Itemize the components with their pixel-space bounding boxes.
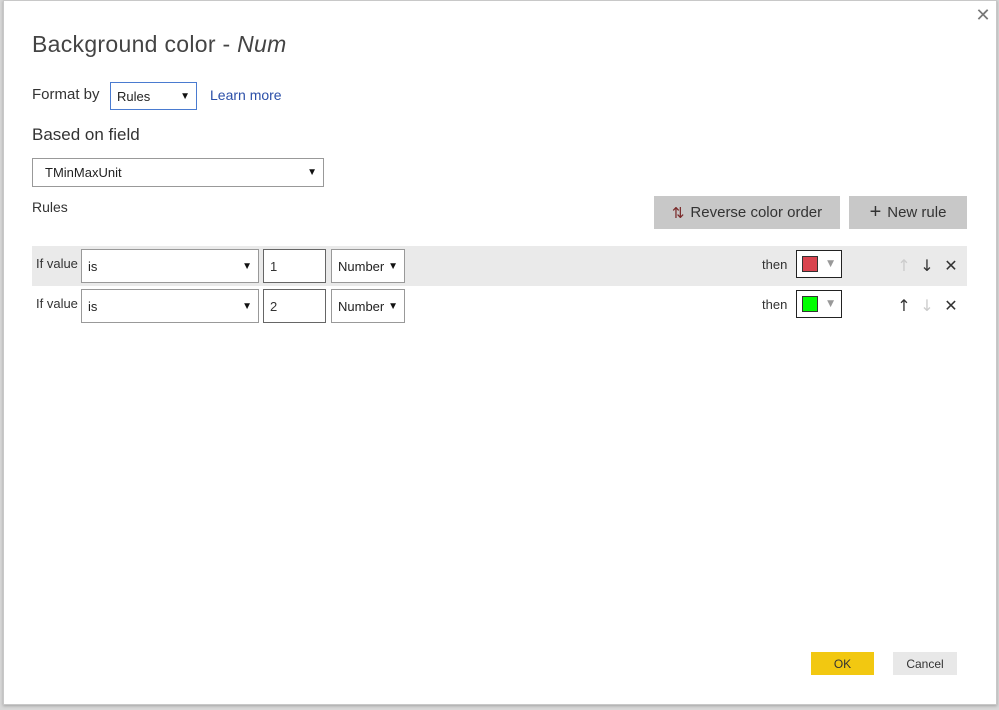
new-rule-label: New rule: [887, 204, 947, 221]
dialog-title: Background color - Num: [32, 31, 287, 58]
sort-arrows-icon: ⇅: [671, 204, 685, 222]
condition-value: is: [88, 258, 98, 274]
cancel-button[interactable]: Cancel: [893, 652, 957, 675]
chevron-down-icon: ▼: [388, 260, 398, 272]
move-down-icon[interactable]: ↓: [919, 296, 935, 315]
if-value-label: If value: [36, 296, 78, 311]
rules-label: Rules: [32, 199, 68, 215]
then-label: then: [762, 257, 788, 272]
new-rule-button[interactable]: + New rule: [849, 196, 967, 229]
type-value: Number: [338, 298, 385, 314]
format-by-select[interactable]: Rules ▼: [110, 82, 197, 110]
reverse-label: Reverse color order: [690, 204, 823, 221]
color-swatch: [802, 256, 818, 272]
based-on-field-select[interactable]: TMinMaxUnit ▼: [32, 158, 324, 187]
value-text: 2: [270, 298, 278, 314]
move-down-icon[interactable]: ↓: [919, 256, 935, 275]
rule-row: If value is ▼ 2 Number ▼ then ▼ ↑ ↓ ✕: [32, 286, 967, 326]
chevron-down-icon: ▼: [388, 300, 398, 312]
title-field: Num: [237, 31, 287, 57]
chevron-down-icon: ▼: [242, 300, 252, 312]
based-on-field-label: Based on field: [32, 125, 140, 144]
ok-button[interactable]: OK: [811, 652, 874, 675]
chevron-down-icon: ▼: [307, 167, 317, 178]
delete-icon[interactable]: ✕: [943, 296, 959, 315]
condition-value: is: [88, 298, 98, 314]
color-swatch: [802, 296, 818, 312]
move-up-icon[interactable]: ↑: [896, 296, 912, 315]
color-picker[interactable]: ▼: [796, 250, 842, 278]
format-by-label: Format by: [32, 86, 100, 103]
condition-select[interactable]: is ▼: [81, 289, 259, 323]
value-input[interactable]: 1: [263, 249, 326, 283]
chevron-down-icon: ▼: [180, 90, 190, 102]
based-on-field-value: TMinMaxUnit: [45, 165, 122, 180]
color-picker[interactable]: ▼: [796, 290, 842, 318]
chevron-down-icon: ▼: [242, 260, 252, 272]
close-icon[interactable]: ✕: [972, 5, 994, 27]
type-select[interactable]: Number ▼: [331, 249, 405, 283]
delete-icon[interactable]: ✕: [943, 256, 959, 275]
if-value-label: If value: [36, 256, 78, 271]
type-value: Number: [338, 258, 385, 274]
format-by-value: Rules: [117, 88, 151, 104]
background-color-dialog: ✕ Background color - Num Format by Rules…: [3, 0, 997, 705]
condition-select[interactable]: is ▼: [81, 249, 259, 283]
title-prefix: Background color -: [32, 31, 238, 57]
value-input[interactable]: 2: [263, 289, 326, 323]
then-label: then: [762, 297, 788, 312]
plus-icon: +: [869, 201, 882, 223]
reverse-color-order-button[interactable]: ⇅ Reverse color order: [654, 196, 840, 229]
learn-more-link[interactable]: Learn more: [210, 87, 282, 103]
rule-row: If value is ▼ 1 Number ▼ then ▼ ↑ ↓ ✕: [32, 246, 967, 286]
move-up-icon[interactable]: ↑: [896, 256, 912, 275]
chevron-down-icon: ▼: [827, 299, 834, 309]
chevron-down-icon: ▼: [827, 259, 834, 269]
value-text: 1: [270, 258, 278, 274]
type-select[interactable]: Number ▼: [331, 289, 405, 323]
